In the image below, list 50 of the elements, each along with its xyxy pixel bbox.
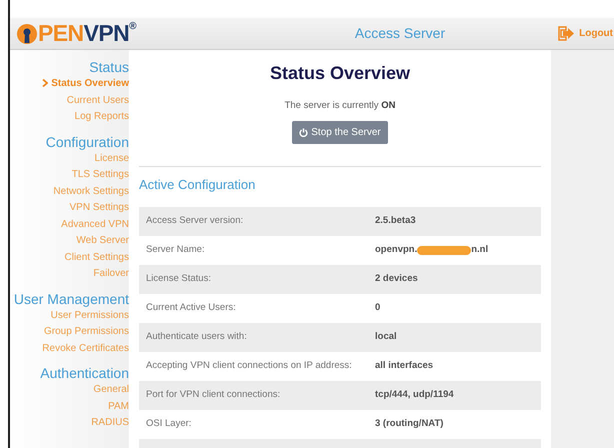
keyhole-icon — [16, 22, 38, 44]
sidebar-item[interactable]: VPN Settings — [70, 200, 129, 216]
registered-mark: ® — [129, 22, 137, 32]
row-label: OSI Layer: — [146, 417, 192, 432]
sidebar-item[interactable]: TLS Settings — [72, 167, 129, 184]
row-value: 2 devices — [375, 272, 418, 286]
sidebar-heading: User Management — [14, 290, 129, 308]
row-label: Current Active Users: — [146, 301, 237, 316]
sidebar-item[interactable]: Log Reports — [74, 109, 129, 126]
row-value: 3 (routing/NAT) — [375, 417, 444, 432]
sidebar-item[interactable]: Client Settings — [64, 250, 129, 266]
server-status-text: The server is currently ON — [284, 99, 396, 113]
sidebar-item[interactable]: Group Permissions — [44, 324, 129, 340]
sidebar-heading: Configuration — [46, 132, 129, 150]
logo-text: PEN — [38, 22, 84, 45]
sidebar-item[interactable]: Advanced VPN — [61, 216, 129, 233]
row-label: Access Server version: — [146, 214, 244, 228]
row-value: local — [375, 330, 397, 344]
logo-text: VPN — [84, 22, 130, 45]
sidebar-heading: Authentication — [40, 364, 129, 382]
row-label: Authenticate users with: — [146, 330, 248, 344]
logout-link[interactable]: Logout — [558, 26, 613, 41]
row-label: Server Name: — [146, 243, 206, 258]
app-title: Access Server — [354, 24, 446, 43]
row-value: all interfaces — [375, 359, 434, 374]
sidebar-item[interactable]: Failover — [93, 266, 129, 282]
stop-server-button[interactable]: Stop the Server — [292, 121, 388, 144]
sidebar-item[interactable]: Revoke Certificates — [42, 340, 129, 357]
sidebar-item[interactable]: Status Overview — [42, 76, 129, 92]
sidebar-item[interactable]: Network Settings — [53, 184, 129, 200]
row-value: tcp/444, udp/1194 — [375, 388, 454, 402]
section-title: Active Configuration — [139, 176, 256, 194]
sidebar-item[interactable]: PAM — [108, 398, 129, 415]
sidebar-item[interactable]: General — [93, 382, 129, 398]
power-icon — [299, 128, 308, 138]
chevron-icon — [42, 78, 48, 86]
row-label: Accepting VPN client connections on IP address: — [146, 359, 353, 374]
sidebar-item[interactable]: License — [94, 150, 129, 167]
page-title: Status Overview — [268, 62, 412, 85]
sidebar-item[interactable]: User Permissions — [50, 308, 129, 324]
sidebar-heading: Status — [89, 58, 129, 76]
sidebar-item[interactable]: Web Server — [76, 233, 129, 250]
logout-icon — [558, 26, 576, 41]
sidebar-item[interactable]: Current Users — [66, 92, 129, 109]
row-label: Port for VPN client connections: — [146, 388, 282, 402]
row-value: openvpn. n.nl — [375, 243, 488, 258]
sidebar-item[interactable]: RADIUS — [91, 415, 129, 432]
row-label: License Status: — [146, 272, 212, 286]
row-value: 0 — [375, 301, 380, 316]
row-value: 2.5.beta3 — [375, 214, 416, 228]
